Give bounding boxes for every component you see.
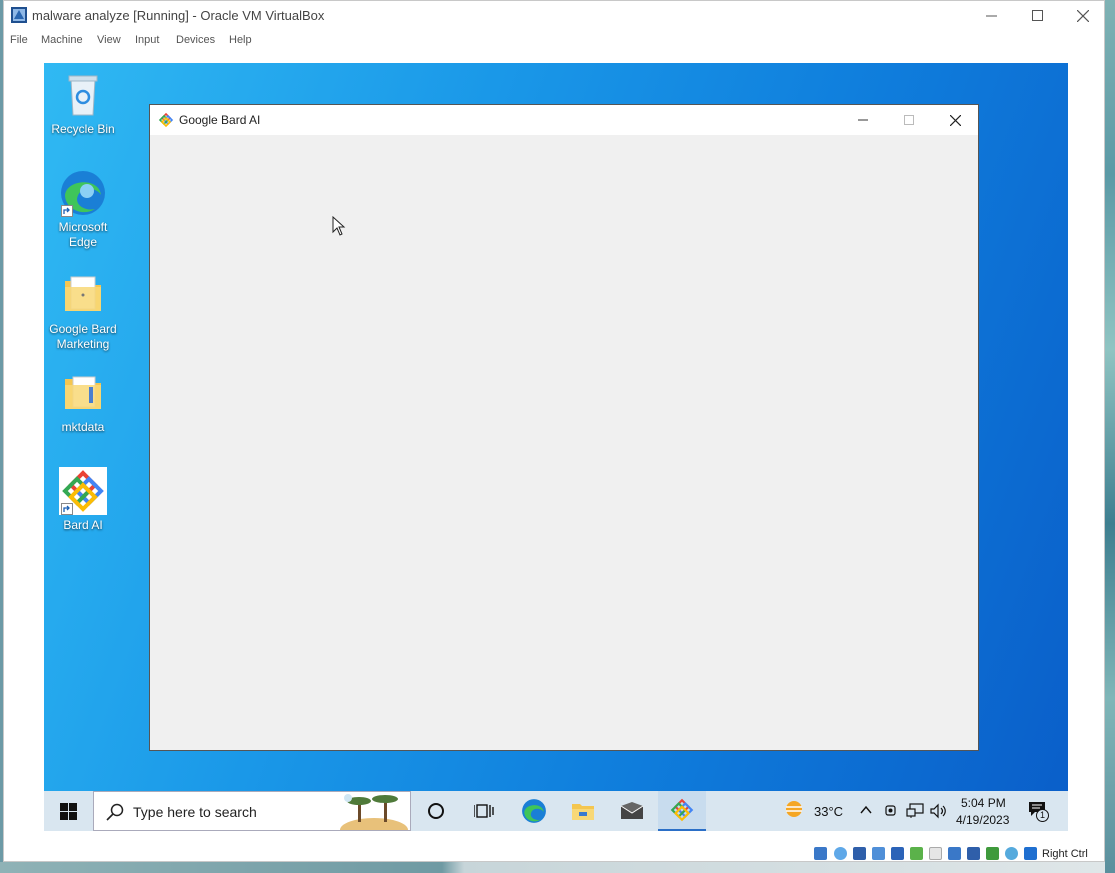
folder-icon: [65, 376, 101, 409]
maximize-icon: [1031, 10, 1043, 21]
desktop-icon-recycle-bin[interactable]: Recycle Bin: [44, 71, 122, 137]
menu-machine[interactable]: Machine: [41, 34, 83, 46]
chevron-up-icon[interactable]: [860, 805, 872, 815]
host-key-label: Right Ctrl: [1042, 848, 1088, 860]
bard-maximize-button[interactable]: [886, 105, 932, 135]
folder-icon: [65, 276, 101, 311]
mouse-cursor-icon: [332, 216, 346, 236]
close-icon: [949, 114, 961, 126]
desktop-icon-label: Recycle Bin: [51, 122, 115, 136]
desktop-icon-bard-ai[interactable]: Bard AI: [44, 467, 122, 533]
maximize-button[interactable]: [1014, 1, 1060, 30]
close-button[interactable]: [1060, 1, 1106, 30]
taskbar-edge-button[interactable]: [510, 791, 558, 831]
host-desktop-bottom: [0, 862, 1105, 873]
desktop-icon-label: Google Bard Marketing: [49, 322, 117, 351]
action-center-button[interactable]: 1: [1028, 801, 1050, 823]
bard-window-title: Google Bard AI: [179, 113, 261, 127]
recycle-bin-icon: [68, 75, 98, 116]
mail-icon: [620, 802, 644, 819]
menu-devices[interactable]: Devices: [176, 34, 215, 46]
bard-logo-icon: [670, 798, 694, 822]
vbox-menubar: File Machine View Input Devices Help: [4, 30, 1104, 52]
host-desktop-right: [1105, 0, 1115, 873]
menu-input[interactable]: Input: [135, 34, 159, 46]
menu-file[interactable]: File: [10, 34, 28, 46]
bard-logo-icon: [158, 112, 174, 128]
start-button[interactable]: [44, 791, 92, 831]
vbox-titlebar[interactable]: malware analyze [Running] - Oracle VM Vi…: [4, 1, 1104, 30]
vbox-window-title: malware analyze [Running] - Oracle VM Vi…: [32, 8, 325, 23]
hard-disk-icon[interactable]: [814, 847, 827, 860]
guest-screen[interactable]: Recycle Bin Microsoft Edge Google Bard M…: [44, 63, 1068, 831]
volume-icon[interactable]: [930, 803, 948, 819]
edge-icon: [522, 799, 546, 823]
desktop-icon-google-bard-marketing[interactable]: Google Bard Marketing: [44, 271, 122, 352]
search-placeholder: Type here to search: [133, 804, 257, 820]
vbox-statusbar: Right Ctrl: [4, 844, 1104, 863]
taskbar-file-explorer-button[interactable]: [559, 791, 607, 831]
task-view-button[interactable]: [460, 791, 508, 831]
bard-close-button[interactable]: [932, 105, 978, 135]
desktop-icon-label: Bard AI: [63, 518, 103, 532]
floppy-icon[interactable]: [853, 847, 866, 860]
display-icon[interactable]: [948, 847, 961, 860]
mouse-integration-icon[interactable]: [1005, 847, 1018, 860]
bard-minimize-button[interactable]: [840, 105, 886, 135]
desktop-icon-label: Microsoft Edge: [58, 220, 108, 249]
cortana-icon: [428, 803, 444, 819]
minimize-button[interactable]: [968, 1, 1014, 30]
usb-icon[interactable]: [910, 847, 923, 860]
desktop-icon-microsoft-edge[interactable]: Microsoft Edge: [44, 169, 122, 250]
search-icon: [106, 803, 124, 821]
meet-now-icon[interactable]: [884, 803, 898, 819]
menu-view[interactable]: View: [97, 34, 121, 46]
virtualbox-logo-icon: [11, 7, 27, 23]
weather-temperature[interactable]: 33°C: [814, 804, 843, 819]
maximize-icon: [904, 115, 914, 125]
network-icon[interactable]: [906, 803, 924, 819]
shared-folders-icon[interactable]: [929, 847, 942, 860]
video-capture-icon[interactable]: [967, 847, 980, 860]
shortcut-arrow-icon: [61, 503, 73, 515]
keyboard-capture-icon[interactable]: [1024, 847, 1037, 860]
task-view-icon: [474, 804, 494, 818]
windows-logo-icon: [59, 802, 77, 820]
optical-drive-icon[interactable]: [834, 847, 847, 860]
taskbar-search-box[interactable]: Type here to search: [93, 791, 411, 831]
notification-count-badge: 1: [1036, 809, 1049, 822]
cortana-button[interactable]: [412, 791, 460, 831]
menu-help[interactable]: Help: [229, 34, 252, 46]
taskbar-time[interactable]: 5:04 PM: [961, 796, 1006, 810]
taskbar-date[interactable]: 4/19/2023: [956, 813, 1009, 827]
shortcut-arrow-icon: [61, 205, 73, 217]
network-adapter-icon[interactable]: [891, 847, 904, 860]
taskbar-mail-button[interactable]: [608, 791, 656, 831]
desktop-icon-mktdata[interactable]: mktdata: [44, 369, 122, 435]
search-highlight-illustration-icon: [340, 794, 408, 830]
close-icon: [1077, 9, 1089, 22]
audio-icon[interactable]: [872, 847, 885, 860]
desktop-icon-label: mktdata: [61, 420, 105, 434]
bard-window-titlebar[interactable]: Google Bard AI: [150, 105, 978, 135]
windows-taskbar: Type here to search 33°C 5:04 PM 4/19/20…: [44, 791, 1068, 831]
virtualbox-window: malware analyze [Running] - Oracle VM Vi…: [3, 0, 1105, 862]
file-explorer-icon: [572, 804, 594, 820]
minimize-icon: [985, 15, 997, 17]
minimize-icon: [858, 119, 868, 121]
google-bard-ai-window[interactable]: Google Bard AI: [149, 104, 979, 751]
taskbar-bard-ai-button[interactable]: [658, 791, 706, 831]
weather-sun-icon: [786, 801, 802, 817]
cpu-icon[interactable]: [986, 847, 999, 860]
